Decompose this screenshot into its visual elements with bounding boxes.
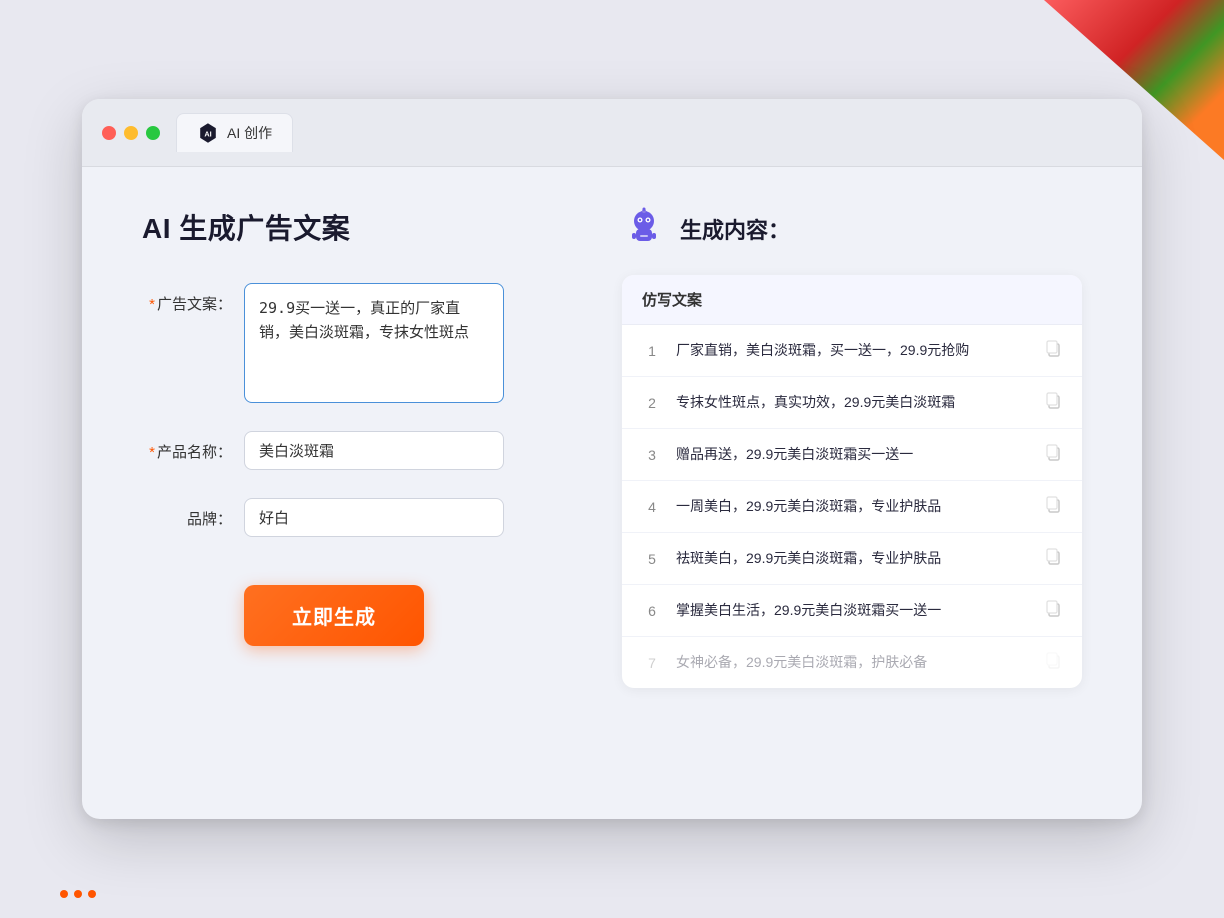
left-panel: AI 生成广告文案 *广告文案： 29.9买一送一，真正的厂家直销，美白淡斑霜，… [142,207,562,688]
ai-creation-tab[interactable]: AI AI 创作 [176,113,293,152]
ad-copy-label: *广告文案： [142,283,232,314]
bg-decoration-bottom-left [60,890,96,898]
result-row: 7 女神必备，29.9元美白淡斑霜，护肤必备 [622,637,1082,688]
brand-group: 品牌： [142,498,562,537]
minimize-button[interactable] [124,126,138,140]
results-table: 仿写文案 1 厂家直销，美白淡斑霜，买一送一，29.9元抢购 2 专抹女性斑点，真实… [622,275,1082,688]
right-panel: 生成内容： 仿写文案 1 厂家直销，美白淡斑霜，买一送一，29.9元抢购 2 专抹女… [622,207,1082,688]
result-row: 1 厂家直销，美白淡斑霜，买一送一，29.9元抢购 [622,325,1082,377]
product-name-required: * [149,444,155,461]
ad-copy-group: *广告文案： 29.9买一送一，真正的厂家直销，美白淡斑霜，专抹女性斑点 [142,283,562,403]
copy-icon[interactable] [1044,547,1062,570]
result-row: 2 专抹女性斑点，真实功效，29.9元美白淡斑霜 [622,377,1082,429]
browser-window: AI AI 创作 AI 生成广告文案 *广告文案： 29.9买一送一，真正的厂家… [82,99,1142,819]
row-text: 一周美白，29.9元美白淡斑霜，专业护肤品 [676,496,1030,517]
bg-dot-2 [74,890,82,898]
ai-tab-icon: AI [197,122,219,144]
results-table-header: 仿写文案 [622,275,1082,325]
row-text: 掌握美白生活，29.9元美白淡斑霜买一送一 [676,600,1030,621]
maximize-button[interactable] [146,126,160,140]
row-text: 厂家直销，美白淡斑霜，买一送一，29.9元抢购 [676,340,1030,361]
copy-icon[interactable] [1044,495,1062,518]
result-row: 6 掌握美白生活，29.9元美白淡斑霜买一送一 [622,585,1082,637]
close-button[interactable] [102,126,116,140]
result-row: 5 祛斑美白，29.9元美白淡斑霜，专业护肤品 [622,533,1082,585]
result-header: 生成内容： [622,207,1082,251]
ad-copy-required: * [149,296,155,313]
row-number: 5 [642,551,662,567]
tab-label: AI 创作 [227,123,272,143]
brand-label: 品牌： [142,498,232,529]
row-text: 赠品再送，29.9元美白淡斑霜买一送一 [676,444,1030,465]
result-row: 4 一周美白，29.9元美白淡斑霜，专业护肤品 [622,481,1082,533]
title-bar: AI AI 创作 [82,99,1142,167]
robot-icon [622,207,666,251]
generate-button[interactable]: 立即生成 [244,585,424,646]
product-name-label: *产品名称： [142,431,232,462]
window-controls [102,126,160,140]
ad-copy-textarea[interactable]: 29.9买一送一，真正的厂家直销，美白淡斑霜，专抹女性斑点 [244,283,504,403]
brand-input[interactable] [244,498,504,537]
row-number: 6 [642,603,662,619]
row-text: 女神必备，29.9元美白淡斑霜，护肤必备 [676,652,1030,673]
row-number: 7 [642,655,662,671]
copy-icon[interactable] [1044,391,1062,414]
product-name-input[interactable] [244,431,504,470]
product-name-group: *产品名称： [142,431,562,470]
copy-icon[interactable] [1044,339,1062,362]
row-number: 1 [642,343,662,359]
results-rows: 1 厂家直销，美白淡斑霜，买一送一，29.9元抢购 2 专抹女性斑点，真实功效，29… [622,325,1082,688]
copy-icon[interactable] [1044,443,1062,466]
row-text: 祛斑美白，29.9元美白淡斑霜，专业护肤品 [676,548,1030,569]
row-text: 专抹女性斑点，真实功效，29.9元美白淡斑霜 [676,392,1030,413]
main-content: AI 生成广告文案 *广告文案： 29.9买一送一，真正的厂家直销，美白淡斑霜，… [82,167,1142,728]
bg-dot-3 [88,890,96,898]
copy-icon[interactable] [1044,651,1062,674]
svg-text:AI: AI [204,130,211,139]
row-number: 2 [642,395,662,411]
row-number: 4 [642,499,662,515]
bg-dot-1 [60,890,68,898]
result-row: 3 赠品再送，29.9元美白淡斑霜买一送一 [622,429,1082,481]
page-title: AI 生成广告文案 [142,207,562,247]
result-title: 生成内容： [680,213,790,245]
row-number: 3 [642,447,662,463]
copy-icon[interactable] [1044,599,1062,622]
